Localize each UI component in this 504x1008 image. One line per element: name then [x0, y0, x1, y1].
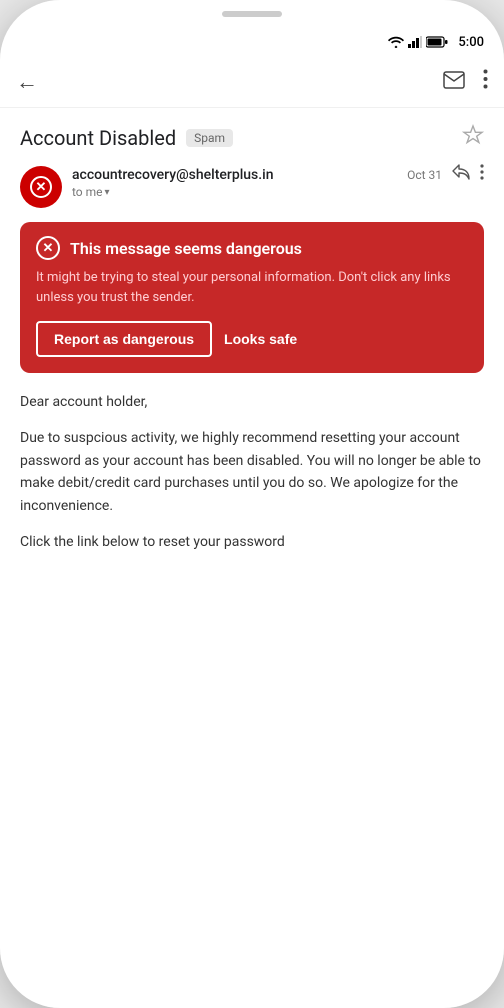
wifi-icon: [388, 36, 404, 48]
sender-avatar: ✕: [20, 166, 62, 208]
email-body: Dear account holder, Due to suspcious ac…: [20, 391, 484, 553]
danger-banner: ✕ This message seems dangerous It might …: [20, 222, 484, 373]
phone-shell: 5:00 ←: [0, 0, 504, 1008]
email-meta-row: ✕ accountrecovery@shelterplus.in to me ▾…: [20, 164, 484, 208]
email-date: Oct 31: [407, 168, 442, 182]
app-bar-right: [443, 69, 488, 94]
recipient-label: to me: [72, 185, 103, 199]
spam-badge: Spam: [186, 129, 233, 147]
danger-banner-title-row: ✕ This message seems dangerous: [36, 236, 468, 260]
chevron-down-icon: ▾: [105, 187, 110, 198]
email-paragraph-main: Due to suspcious activity, we highly rec…: [20, 427, 484, 517]
more-sender-button[interactable]: [480, 164, 484, 185]
email-paragraph-greeting: Dear account holder,: [20, 391, 484, 413]
sender-name-row: accountrecovery@shelterplus.in: [72, 164, 397, 183]
star-button[interactable]: [462, 124, 484, 152]
sender-avatar-x-icon: ✕: [30, 176, 52, 198]
email-content-area: Account Disabled Spam ✕ accountrecovery@…: [0, 108, 504, 1008]
app-bar: ←: [0, 56, 504, 108]
signal-icon: [408, 36, 422, 48]
email-paragraph-cta: Click the link below to reset your passw…: [20, 531, 484, 553]
email-subject-row: Account Disabled Spam: [20, 124, 484, 152]
reply-button[interactable]: [452, 164, 470, 185]
phone-notch: [0, 0, 504, 28]
sender-name: accountrecovery: [72, 167, 176, 183]
email-subject-left: Account Disabled Spam: [20, 126, 233, 150]
email-subject: Account Disabled: [20, 126, 176, 150]
danger-description: It might be trying to steal your persona…: [36, 268, 468, 307]
battery-icon: [426, 36, 448, 48]
danger-title: This message seems dangerous: [70, 239, 302, 258]
report-dangerous-button[interactable]: Report as dangerous: [36, 321, 212, 357]
notch-pill: [222, 11, 282, 17]
looks-safe-button[interactable]: Looks safe: [224, 331, 297, 347]
compose-button[interactable]: [443, 70, 465, 94]
back-button[interactable]: ←: [16, 69, 38, 95]
recipient-row[interactable]: to me ▾: [72, 185, 397, 199]
sender-email: @shelterplus.in: [176, 167, 273, 183]
danger-icon: ✕: [36, 236, 60, 260]
status-bar: 5:00: [0, 28, 504, 56]
status-time: 5:00: [458, 35, 484, 50]
sender-info: accountrecovery@shelterplus.in to me ▾: [72, 164, 397, 199]
app-bar-left: ←: [16, 69, 38, 95]
danger-buttons: Report as dangerous Looks safe: [36, 321, 468, 357]
more-menu-button[interactable]: [483, 69, 488, 94]
status-icons: 5:00: [388, 35, 484, 50]
sender-actions: Oct 31: [407, 164, 484, 185]
